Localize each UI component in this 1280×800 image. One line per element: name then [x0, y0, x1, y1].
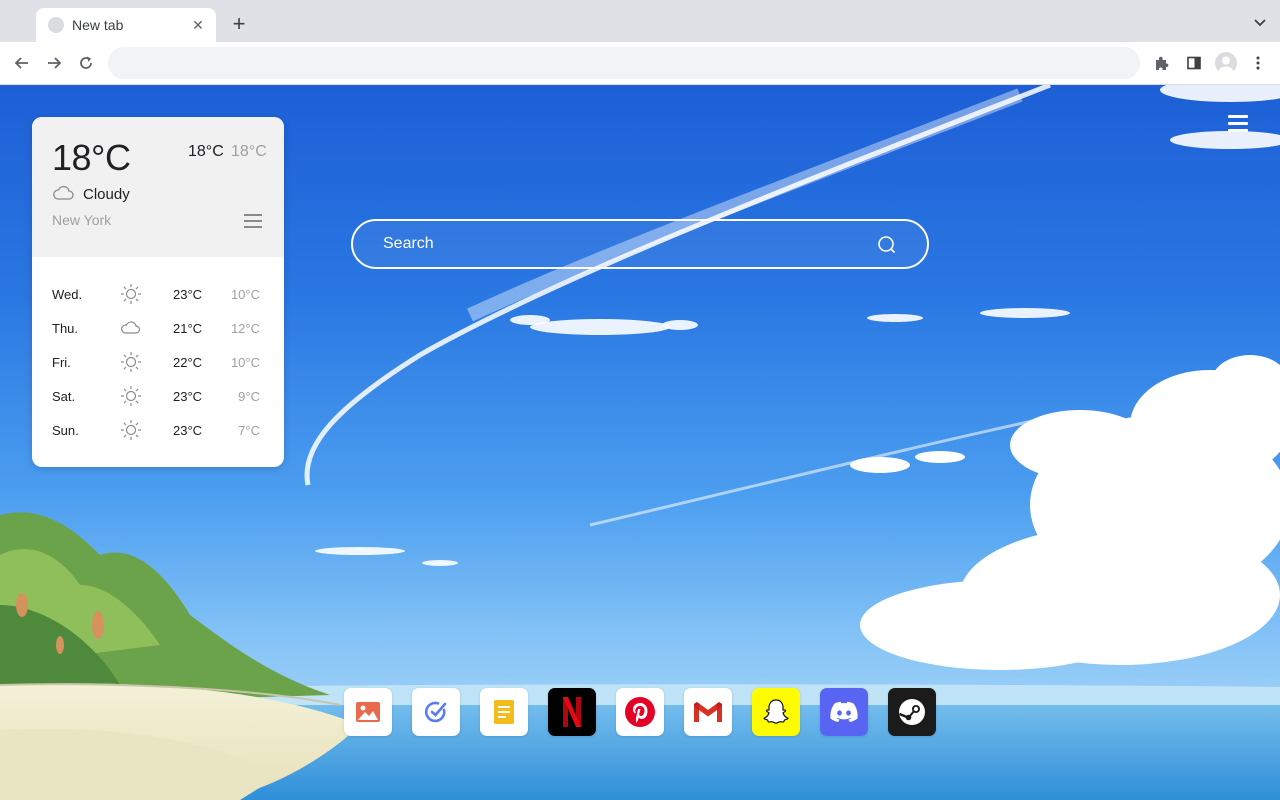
more-menu-button[interactable] [1246, 51, 1270, 75]
browser-toolbar [0, 42, 1280, 85]
steam-app[interactable] [888, 688, 936, 736]
tasks-icon [424, 701, 447, 723]
forecast-high: 23°C [173, 423, 203, 438]
today-high: 18°C [188, 143, 224, 160]
forecast-low: 9°C [238, 389, 260, 404]
netflix-icon [563, 697, 581, 727]
forecast-low: 7°C [238, 423, 260, 438]
profile-avatar-icon [1215, 52, 1237, 74]
notes-app[interactable] [480, 688, 528, 736]
forecast-day: Thu. [52, 321, 79, 336]
back-arrow-icon [14, 57, 28, 69]
search-input[interactable] [383, 221, 863, 267]
weather-widget: 18°C 18°C 18°C Cloudy New York Wed. 23°C… [32, 117, 284, 467]
forecast-low: 10°C [230, 355, 260, 370]
gmail-app[interactable] [684, 688, 732, 736]
pinterest-icon [625, 697, 655, 727]
cloud-icon [121, 321, 141, 334]
pinterest-app[interactable] [616, 688, 664, 736]
notes-icon [494, 700, 514, 724]
snapchat-icon [763, 699, 789, 724]
forecast-high: 22°C [173, 355, 203, 370]
extensions-button[interactable] [1150, 51, 1174, 75]
forecast-row: Sun. 23°C 7°C [32, 413, 284, 447]
reload-button[interactable] [74, 51, 98, 75]
address-bar[interactable] [108, 47, 1140, 79]
chevron-down-icon[interactable] [1252, 14, 1268, 30]
forecast-high: 23°C [173, 389, 203, 404]
discord-icon [830, 701, 858, 722]
extensions-icon [1156, 56, 1169, 70]
steam-icon [899, 699, 925, 725]
app-dock [344, 688, 936, 736]
weather-forecast: Wed. 23°C 10°C Thu. 21°C 12°C Fri. 22°C … [32, 277, 284, 447]
forecast-high: 23°C [173, 287, 203, 302]
back-button[interactable] [10, 51, 34, 75]
forward-button[interactable] [42, 51, 66, 75]
netflix-app[interactable] [548, 688, 596, 736]
today-low: 18°C [231, 143, 267, 160]
tab-new-tab[interactable]: New tab ✕ [36, 8, 216, 42]
forecast-low: 12°C [230, 321, 260, 336]
forward-arrow-icon [48, 57, 62, 69]
cloud-icon [53, 185, 74, 200]
forecast-row: Thu. 21°C 12°C [32, 311, 284, 345]
weather-menu-icon[interactable] [244, 214, 262, 228]
tab-strip: New tab ✕ + [0, 0, 1280, 42]
sun-icon [121, 420, 141, 440]
forecast-day: Fri. [52, 355, 71, 370]
side-panel-icon [1187, 56, 1201, 70]
close-icon[interactable]: ✕ [190, 17, 206, 33]
sun-icon [121, 386, 141, 406]
hamburger-menu-icon[interactable] [1228, 115, 1248, 133]
tab-title: New tab [72, 17, 124, 33]
current-temperature: 18°C [52, 137, 131, 178]
forecast-row: Sat. 23°C 9°C [32, 379, 284, 413]
sun-icon [121, 352, 141, 372]
tasks-app[interactable] [412, 688, 460, 736]
weather-city: New York [52, 212, 112, 228]
more-vert-icon [1256, 56, 1260, 70]
weather-current: 18°C 18°C 18°C Cloudy New York [32, 117, 284, 257]
forecast-high: 21°C [173, 321, 203, 336]
forecast-row: Fri. 22°C 10°C [32, 345, 284, 379]
search-box [351, 219, 929, 269]
photos-icon [356, 702, 380, 722]
reload-icon [80, 56, 92, 69]
sun-icon [121, 284, 141, 304]
discord-app[interactable] [820, 688, 868, 736]
forecast-row: Wed. 23°C 10°C [32, 277, 284, 311]
forecast-low: 10°C [230, 287, 260, 302]
weather-condition: Cloudy [83, 186, 130, 203]
new-tab-button[interactable]: + [226, 12, 252, 38]
forecast-day: Sun. [52, 423, 79, 438]
photos-app[interactable] [344, 688, 392, 736]
tab-favicon-icon [48, 17, 64, 33]
search-icon[interactable] [877, 235, 897, 255]
forecast-day: Sat. [52, 389, 76, 404]
profile-button[interactable] [1214, 51, 1238, 75]
gmail-icon [694, 702, 722, 722]
forecast-day: Wed. [52, 287, 83, 302]
side-panel-button[interactable] [1182, 51, 1206, 75]
new-tab-page: 18°C 18°C 18°C Cloudy New York Wed. 23°C… [0, 85, 1280, 800]
snapchat-app[interactable] [752, 688, 800, 736]
